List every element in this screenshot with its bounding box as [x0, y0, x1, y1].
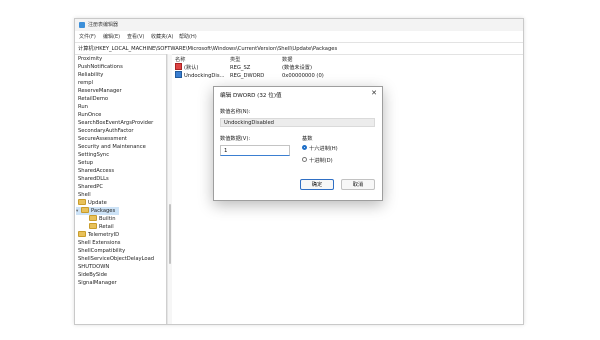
tree-item[interactable]: ShellCompatibility — [78, 247, 125, 255]
tree-item[interactable]: RetailDemo — [78, 95, 108, 103]
tree-item-label: Update — [88, 200, 107, 206]
value-name-label: 数值名称(N): — [220, 109, 251, 115]
folder-icon — [78, 230, 86, 237]
tree-item[interactable]: SearchBoxEventArgsProvider — [78, 119, 153, 127]
value-type: REG_DWORD — [230, 73, 265, 79]
tree-item-telemetryid[interactable]: TelemetryID — [78, 230, 120, 239]
menu-view[interactable]: 查看(V) — [127, 33, 144, 40]
tree-item[interactable]: SHUTDOWN — [78, 263, 109, 271]
menu-edit[interactable]: 编辑(E) — [103, 33, 120, 40]
registry-editor-icon — [79, 22, 85, 28]
radio-selected-icon[interactable] — [302, 145, 307, 150]
folder-icon — [89, 222, 97, 229]
tree-item[interactable]: Run — [78, 103, 88, 111]
radio-hexadecimal[interactable]: 十六进制(H) — [302, 145, 338, 153]
tree-item-retail[interactable]: Retail — [89, 222, 114, 231]
folder-icon — [89, 214, 97, 221]
tree-item-update[interactable]: Update — [78, 198, 107, 207]
tree-item-builtin[interactable]: Builtin — [89, 214, 116, 223]
tree-item[interactable]: PushNotifications — [78, 63, 123, 71]
menu-help[interactable]: 帮助(H) — [179, 33, 197, 40]
tree-item-label: Packages — [91, 208, 116, 214]
edit-dword-dialog: 编辑 DWORD (32 位)值 ✕ 数值名称(N): UndockingDis… — [213, 86, 383, 201]
menu-favorites[interactable]: 收藏夹(A) — [151, 33, 173, 40]
cancel-button[interactable]: 取消 — [341, 179, 375, 190]
tree-item[interactable]: SideBySide — [78, 271, 107, 279]
tree-item[interactable]: Proximity — [78, 55, 102, 63]
tree-item[interactable]: Shell — [78, 191, 91, 199]
close-icon[interactable]: ✕ — [371, 89, 377, 97]
value-data: (数值未设置) — [282, 65, 312, 71]
tree-item[interactable]: SharedPC — [78, 183, 103, 191]
tree-item[interactable]: SecureAssessment — [78, 135, 127, 143]
value-row[interactable]: (默认) REG_SZ (数值未设置) — [172, 63, 523, 72]
tree-item-label: TelemetryID — [88, 232, 120, 238]
value-data-label: 数值数据(V): — [220, 136, 251, 142]
value-name: (默认) — [184, 65, 199, 71]
tree-item[interactable]: rempl — [78, 79, 93, 87]
value-data-input[interactable]: 1 — [220, 145, 290, 156]
tree-item[interactable]: SettingSync — [78, 151, 109, 159]
column-header-data[interactable]: 数据 — [282, 56, 292, 63]
tree-item[interactable]: SharedDLLs — [78, 175, 109, 183]
tree-item[interactable]: SecondaryAuthFactor — [78, 127, 134, 135]
value-data: 0x00000000 (0) — [282, 73, 324, 79]
string-value-icon — [175, 63, 182, 70]
window-title: 注册表编辑器 — [88, 22, 119, 28]
tree-item[interactable]: ShellServiceObjectDelayLoad — [78, 255, 154, 263]
title-bar[interactable]: 注册表编辑器 — [75, 19, 523, 31]
tree-item[interactable]: ReserveManager — [78, 87, 122, 95]
tree-item[interactable]: Reliability — [78, 71, 103, 79]
radio-decimal[interactable]: 十进制(D) — [302, 157, 333, 165]
radio-dec-label: 十进制(D) — [309, 158, 333, 164]
tree-item[interactable]: Setup — [78, 159, 93, 167]
ok-button[interactable]: 确定 — [300, 179, 334, 190]
scrollbar-thumb[interactable] — [169, 204, 171, 264]
tree-item[interactable]: RunOnce — [78, 111, 101, 119]
value-name-field: UndockingDisabled — [220, 118, 375, 127]
key-tree: Proximity PushNotifications Reliability … — [75, 54, 167, 324]
radio-hex-label: 十六进制(H) — [309, 146, 338, 152]
value-name: UndockingDis... — [184, 73, 225, 79]
tree-item[interactable]: SignalManager — [78, 279, 117, 287]
tree-item-packages[interactable]: ▾ Packages — [76, 206, 120, 215]
column-header-name[interactable]: 名称 — [175, 56, 185, 63]
tree-item-label: Builtin — [99, 216, 116, 222]
tree-item[interactable]: Shell Extensions — [78, 239, 120, 247]
tree-item-label: Retail — [99, 224, 114, 230]
value-type: REG_SZ — [230, 65, 251, 71]
folder-open-icon — [81, 206, 89, 213]
tree-item[interactable]: SharedAccess — [78, 167, 114, 175]
value-name-cell: UndockingDis... — [175, 71, 225, 80]
folder-icon — [78, 198, 86, 205]
base-label: 基数 — [302, 136, 313, 142]
menu-bar: 文件(F) 编辑(E) 查看(V) 收藏夹(A) 帮助(H) — [75, 31, 523, 42]
dword-value-icon — [175, 71, 182, 78]
menu-file[interactable]: 文件(F) — [79, 33, 96, 40]
dialog-title: 编辑 DWORD (32 位)值 — [220, 93, 282, 99]
column-header-type[interactable]: 类型 — [230, 56, 240, 63]
radio-unselected-icon[interactable] — [302, 157, 307, 162]
address-path[interactable]: 计算机\HKEY_LOCAL_MACHINE\SOFTWARE\Microsof… — [78, 45, 337, 52]
value-row[interactable]: UndockingDis... REG_DWORD 0x00000000 (0) — [172, 71, 523, 80]
tree-item[interactable]: Security and Maintenance — [78, 143, 146, 151]
